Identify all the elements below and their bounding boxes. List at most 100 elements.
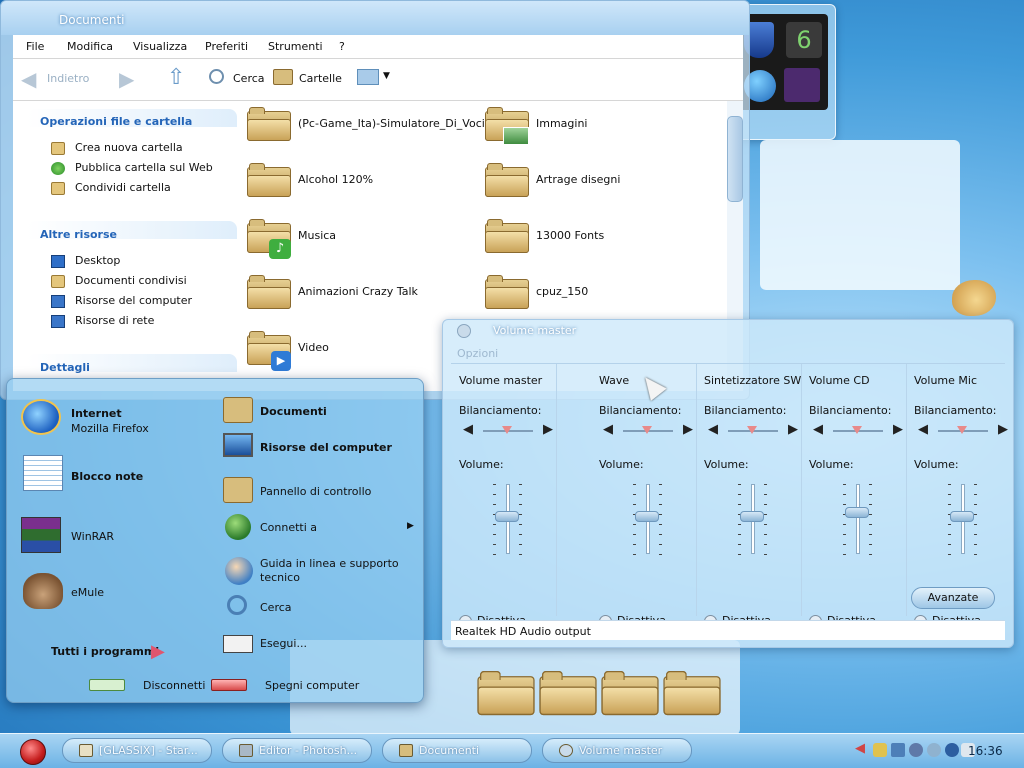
all-programs-button[interactable]: Tutti i programmi ▶ [51, 641, 171, 663]
speaker-right-icon: ▶ [788, 422, 798, 437]
menu-opzioni[interactable]: Opzioni [457, 347, 498, 360]
pinned-notepad[interactable]: Blocco note [21, 455, 211, 499]
panel-title-file-ops[interactable]: Operazioni file e cartella [40, 115, 192, 128]
info-icon[interactable] [945, 743, 959, 757]
winrar-icon [21, 517, 61, 553]
pinned-winrar[interactable]: WinRAR [21, 515, 211, 559]
taskbar-button-volume[interactable]: Volume master [542, 738, 692, 763]
explorer-title: Documenti [59, 13, 125, 27]
scrollbar-thumb[interactable] [727, 116, 743, 202]
start-item-control-panel[interactable]: Pannello di controllo [223, 477, 413, 507]
menu-visualizza[interactable]: Visualizza [133, 40, 187, 53]
control-panel-icon [223, 477, 253, 503]
panel-title-other[interactable]: Altre risorse [40, 228, 117, 241]
speaker-icon [559, 744, 573, 757]
paint-palette-icon[interactable] [952, 280, 996, 316]
tick-marks [843, 484, 846, 556]
folder-icon [539, 670, 597, 716]
folder-icon [247, 107, 291, 141]
menu-file[interactable]: File [26, 40, 44, 53]
background-window-large [760, 140, 960, 290]
folder-icon [477, 670, 535, 716]
back-button[interactable]: Indietro [47, 72, 89, 85]
search-button[interactable]: Cerca [233, 72, 265, 85]
menu-strumenti[interactable]: Strumenti [268, 40, 323, 53]
mixer-channel: Wave Bilanciamento: ◀ ▶ Volume: Disattiv… [591, 364, 697, 628]
speaker-left-icon: ◀ [918, 422, 928, 437]
channel-name: Sintetizzatore SW [704, 374, 802, 387]
search-icon[interactable] [209, 69, 224, 84]
music-folder-icon: ♪ [247, 219, 291, 259]
explorer-titlebar[interactable]: Documenti [1, 1, 749, 35]
clock[interactable]: 16:36 [968, 744, 1003, 758]
folder-item[interactable]: (Pc-Game_Ita)-Simulatore_Di_Voci [245, 103, 485, 147]
start-item-help[interactable]: Guida in linea e supporto tecnico [223, 555, 413, 589]
channel-name: Volume CD [809, 374, 870, 387]
channel-name: Wave [599, 374, 630, 387]
menu-modifica[interactable]: Modifica [67, 40, 113, 53]
folder-icon [247, 275, 291, 309]
explorer-menubar: File Modifica Visualizza Preferiti Strum… [13, 35, 743, 59]
documents-folder-icon [223, 397, 253, 423]
pinned-internet[interactable]: Internet Mozilla Firefox [21, 399, 211, 443]
volume-thumb[interactable] [740, 510, 764, 522]
chevron-down-icon[interactable]: ▼ [383, 71, 390, 81]
browser-icon [21, 399, 61, 435]
speaker-left-icon: ◀ [708, 422, 718, 437]
volume-thumb[interactable] [495, 510, 519, 522]
back-arrow-icon[interactable]: ◀ [21, 67, 36, 91]
mixer-title: Volume master [493, 324, 577, 337]
folder-item[interactable]: Animazioni Crazy Talk [245, 271, 477, 315]
forward-arrow-icon[interactable]: ▶ [119, 67, 134, 91]
up-folder-icon[interactable]: ⇧ [167, 65, 185, 90]
film-icon[interactable] [784, 68, 820, 102]
folder-item[interactable]: Artrage disegni [483, 159, 715, 203]
taskbar-button-photoshop[interactable]: Editor - Photosh... [222, 738, 372, 763]
mouse-settings-icon[interactable] [927, 743, 941, 757]
explorer-toolbar: ◀ Indietro ▶ ⇧ Cerca Cartelle ▼ [13, 59, 743, 101]
folders-icon[interactable] [273, 69, 293, 85]
menu-help[interactable]: ? [339, 40, 345, 53]
folders-button[interactable]: Cartelle [299, 72, 342, 85]
folder-item[interactable]: Alcohol 120% [245, 159, 477, 203]
start-item-my-computer[interactable]: Risorse del computer [223, 433, 413, 463]
taskbar-button-documents[interactable]: Documenti [382, 738, 532, 763]
mixer-channel: Volume Mic Bilanciamento: ◀ ▶ Volume: Di… [906, 364, 1012, 628]
tray-expand-arrow-icon[interactable]: ◀ [855, 741, 865, 756]
network-icon[interactable] [891, 743, 905, 757]
start-menu: Internet Mozilla Firefox Blocco note Win… [6, 378, 424, 703]
taskbar-button-glassix[interactable]: [GLASSIX] - Star... [62, 738, 212, 763]
shutdown-button[interactable]: Spegni computer [209, 677, 359, 697]
folder-icon [399, 744, 413, 757]
menu-preferiti[interactable]: Preferiti [205, 40, 248, 53]
share-folder-icon [51, 182, 65, 195]
logoff-button[interactable]: Disconnetti [87, 677, 207, 697]
folder-item[interactable]: ♪ Musica [245, 215, 477, 259]
folder-item[interactable]: 13000 Fonts [483, 215, 715, 259]
channel-name: Volume master [459, 374, 543, 387]
folder-icon [663, 670, 721, 716]
advanced-button[interactable]: Avanzate [911, 587, 995, 609]
pinned-emule[interactable]: eMule [21, 571, 211, 615]
start-item-run[interactable]: Esegui... [223, 631, 413, 661]
folder-icon [247, 163, 291, 197]
mixer-channel: Volume CD Bilanciamento: ◀ ▶ Volume: Dis… [801, 364, 907, 628]
start-item-documents[interactable]: Documenti [223, 397, 413, 427]
mixer-status-bar: Realtek HD Audio output [451, 620, 1005, 640]
volume-thumb[interactable] [845, 507, 869, 518]
volume-track[interactable] [856, 484, 860, 554]
start-button[interactable] [20, 739, 46, 765]
help-people-icon [225, 557, 253, 585]
video-folder-icon: ▶ [247, 331, 291, 371]
volume-thumb[interactable] [635, 510, 659, 522]
folder-item[interactable]: Immagini [483, 103, 715, 147]
panel-title-details[interactable]: Dettagli [40, 361, 90, 374]
start-item-search[interactable]: Cerca [223, 593, 413, 623]
app-6-icon[interactable]: 6 [786, 22, 822, 58]
start-item-connect-to[interactable]: Connetti a ▶ [223, 513, 417, 543]
volume-thumb[interactable] [950, 510, 974, 522]
tray-app-icon[interactable] [873, 743, 887, 757]
folder-item[interactable]: cpuz_150 [483, 271, 715, 315]
views-icon[interactable] [357, 69, 379, 85]
antivirus-icon[interactable] [909, 743, 923, 757]
